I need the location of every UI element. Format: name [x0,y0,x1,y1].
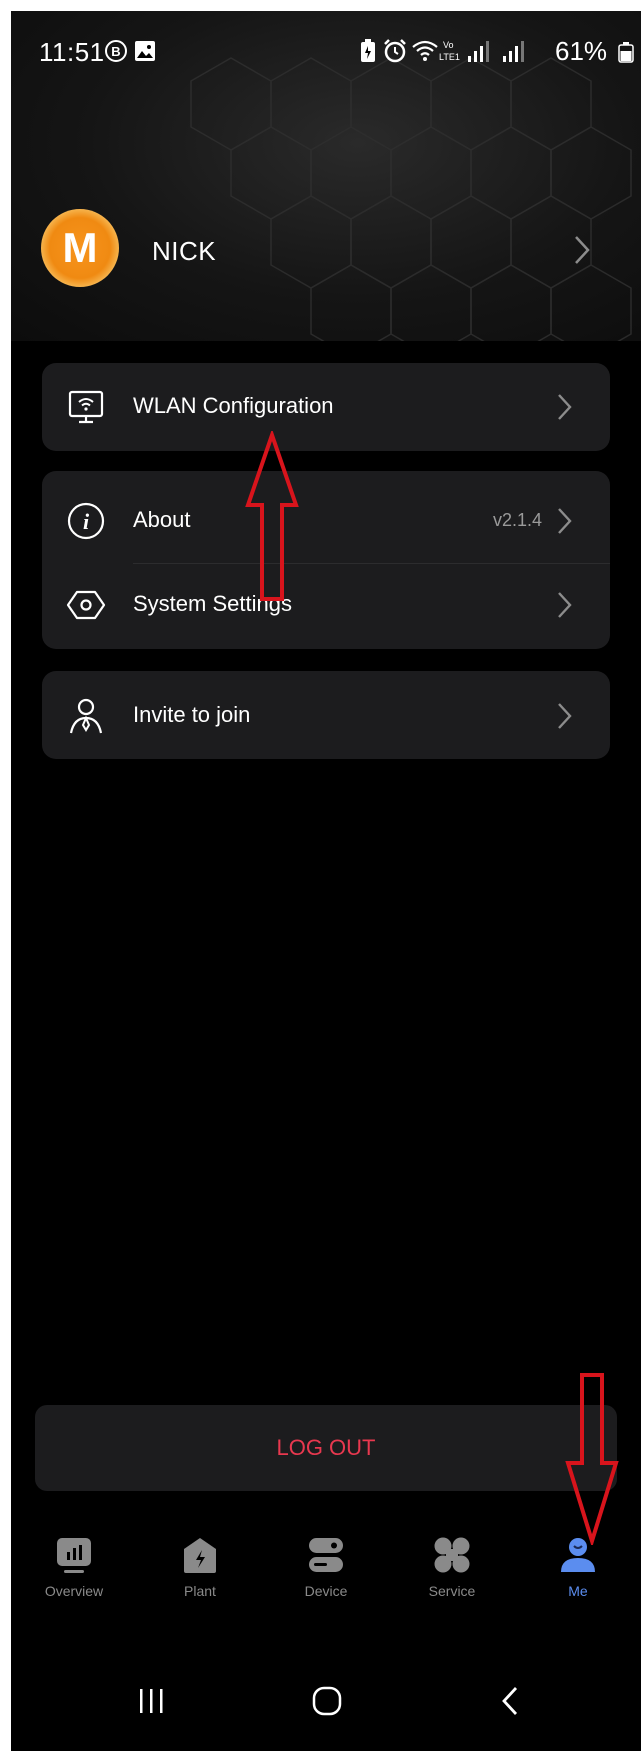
profile-header: 11:51 B Vo LTE1 61% M NICK [11,11,641,341]
svg-text:i: i [83,509,90,534]
logout-button[interactable]: LOG OUT [35,1405,617,1491]
back-icon[interactable] [499,1685,521,1717]
recent-apps-icon[interactable] [137,1687,167,1715]
app-version: v2.1.4 [492,510,542,530]
hexagon-settings-icon [66,590,106,620]
invite-to-join-label: Invite to join [133,702,251,727]
invite-card: Invite to join [42,671,610,759]
tab-me-label: Me [568,1583,588,1599]
tab-plant-label: Plant [184,1583,216,1599]
tab-service[interactable]: Service [389,1521,515,1616]
signal-icon [503,41,524,62]
chevron-right-icon [558,592,572,618]
signal-icon [468,41,489,62]
image-icon [135,41,155,61]
profile-row[interactable]: M NICK [11,193,641,313]
system-navigation-bar [11,1651,641,1751]
tab-device[interactable]: Device [263,1521,389,1616]
system-settings-item[interactable]: System Settings [42,565,610,645]
device-icon [309,1538,343,1572]
divider [133,563,610,564]
invite-to-join-item[interactable]: Invite to join [42,676,610,756]
home-icon[interactable] [311,1685,343,1717]
svg-text:Vo: Vo [443,40,454,50]
b-circle-icon: B [105,40,127,62]
about-label: About [133,507,191,532]
status-time: 11:51 [39,37,105,67]
wlan-card: WLAN Configuration [42,363,610,451]
annotation-arrow-up [245,431,299,601]
tab-device-label: Device [304,1583,348,1599]
tab-me[interactable]: Me [515,1521,641,1616]
bottom-tab-bar: Overview Plant Device Service Me [11,1521,641,1616]
svg-text:LTE1: LTE1 [439,52,460,62]
about-item[interactable]: i About v2.1.4 [42,481,610,561]
avatar-letter: M [62,224,98,271]
avatar[interactable]: M [41,209,119,287]
alarm-icon [384,39,406,63]
monitor-wifi-icon [68,390,104,424]
logout-label: LOG OUT [276,1435,376,1460]
battery-percentage: 61% [555,36,608,66]
info-card: i About v2.1.4 System Settings [42,471,610,649]
wifi-icon [412,40,438,61]
tab-service-label: Service [428,1583,476,1599]
status-bar: 11:51 B Vo LTE1 61% [11,11,641,77]
tab-overview-label: Overview [44,1583,104,1599]
tab-plant[interactable]: Plant [137,1521,263,1616]
chevron-right-icon [558,394,572,420]
battery-icon [618,42,634,63]
tab-overview[interactable]: Overview [11,1521,137,1616]
wlan-configuration-item[interactable]: WLAN Configuration [42,367,610,447]
battery-saver-icon [361,39,375,62]
chevron-right-icon[interactable] [572,233,592,267]
chart-icon [57,1538,91,1573]
plant-icon [184,1538,216,1573]
phone-screen: 11:51 B Vo LTE1 61% M NICK WLAN Configur… [11,11,641,1751]
chevron-right-icon [558,703,572,729]
annotation-arrow-down [565,1373,619,1545]
username: NICK [152,236,217,266]
volte-icon: Vo LTE1 [439,40,460,62]
person-icon [561,1538,595,1572]
svg-text:B: B [111,44,120,59]
person-invite-icon [69,698,103,734]
wlan-configuration-label: WLAN Configuration [133,393,334,418]
chevron-right-icon [558,508,572,534]
info-icon: i [67,502,105,540]
service-icon [434,1537,470,1573]
